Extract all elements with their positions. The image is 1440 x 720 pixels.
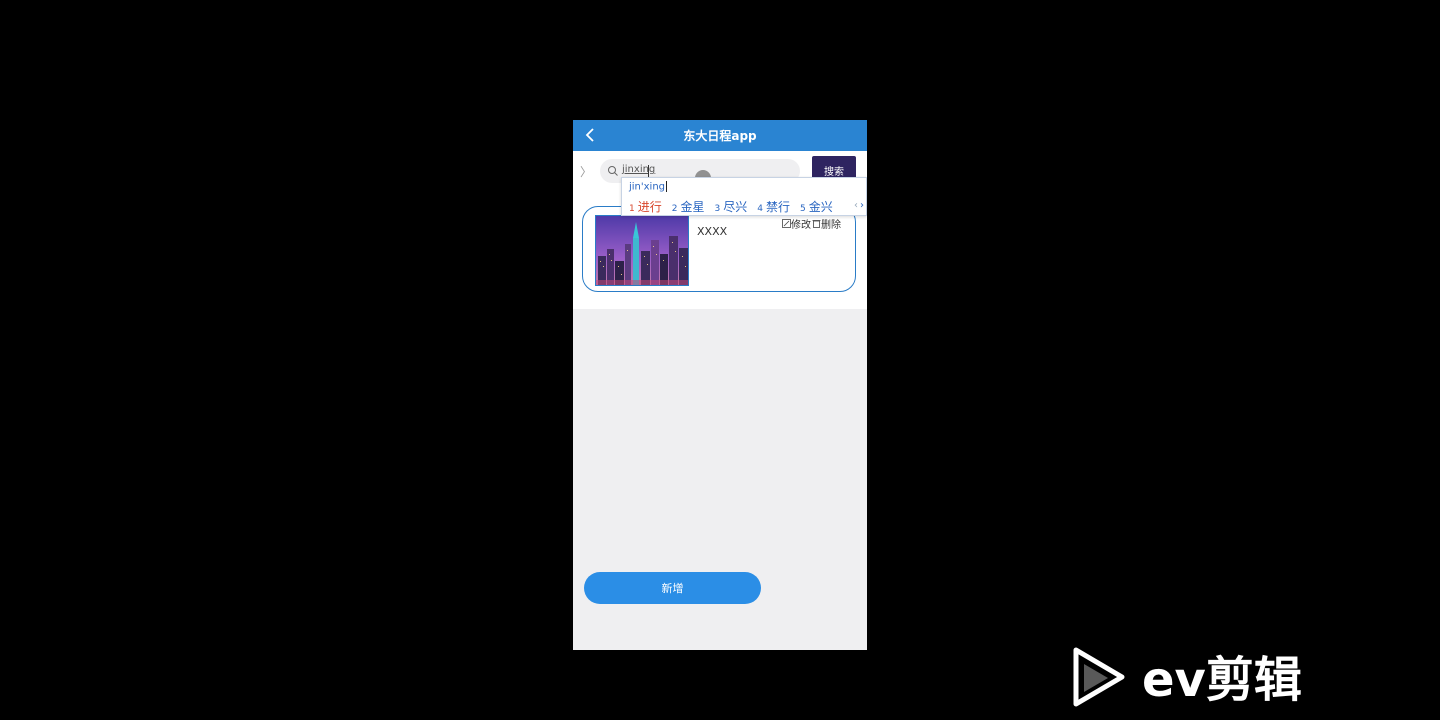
ime-candidate[interactable]: 1 进行 xyxy=(629,198,662,215)
item-thumbnail xyxy=(595,215,689,286)
item-title: XXXX xyxy=(697,225,728,238)
ime-next-icon[interactable]: › xyxy=(860,200,864,211)
edit-icon xyxy=(782,219,791,228)
ime-candidate[interactable]: 3 尽兴 xyxy=(715,198,748,215)
list-item[interactable]: XXXX 修改 删除 xyxy=(582,206,856,292)
search-icon xyxy=(608,166,618,176)
delete-label: 删除 xyxy=(821,220,841,231)
ime-pager: ‹ › xyxy=(854,200,864,211)
svg-text:ev剪辑: ev剪辑 xyxy=(1142,652,1302,708)
add-button[interactable]: 新增 xyxy=(584,572,761,604)
ime-candidate[interactable]: 2 金星 xyxy=(672,198,705,215)
ev-watermark-logo: ev剪辑 xyxy=(1070,646,1332,708)
page-title: 东大日程app xyxy=(683,129,757,143)
search-input-text: jinxing xyxy=(622,164,656,175)
app-header: 东大日程app xyxy=(573,120,867,151)
play-logo-icon: ev剪辑 xyxy=(1073,647,1302,708)
ime-candidate-popup: jin'xing 1 进行 2 金星 3 尽兴 4 禁行 5 金兴 ‹ › xyxy=(621,177,867,216)
chevron-right-icon[interactable]: 〉 xyxy=(580,163,592,180)
ime-candidate[interactable]: 5 金兴 xyxy=(800,198,833,215)
item-actions: 修改 删除 xyxy=(782,216,841,231)
edit-label: 修改 xyxy=(791,220,811,231)
ime-candidate-list: 1 进行 2 金星 3 尽兴 4 禁行 5 金兴 xyxy=(629,198,833,215)
edit-button[interactable]: 修改 xyxy=(782,216,811,231)
ime-candidate[interactable]: 4 禁行 xyxy=(757,198,790,215)
ime-composition: jin'xing xyxy=(629,181,668,193)
text-caret xyxy=(648,165,649,177)
ime-prev-icon[interactable]: ‹ xyxy=(854,200,858,211)
delete-button[interactable]: 删除 xyxy=(812,216,841,231)
trash-icon xyxy=(812,220,821,228)
city-image xyxy=(596,216,688,285)
